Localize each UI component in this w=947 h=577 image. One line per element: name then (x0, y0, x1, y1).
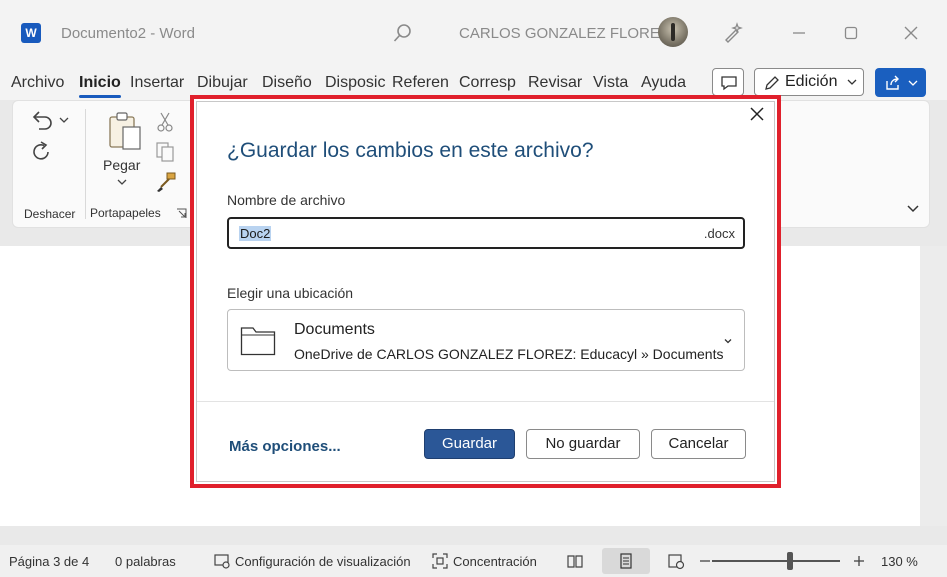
paste-dropdown-icon[interactable] (117, 177, 127, 187)
chevron-down-icon (847, 79, 857, 85)
location-name: Documents (294, 321, 375, 338)
copy-icon[interactable] (155, 141, 175, 163)
tab-dibujar[interactable]: Dibujar (197, 74, 248, 92)
close-window-button[interactable] (898, 20, 924, 46)
filename-extension: .docx (703, 226, 735, 241)
focus-icon (432, 553, 448, 569)
undo-dropdown-icon[interactable] (59, 115, 69, 125)
print-layout-icon (620, 553, 632, 569)
display-settings-button[interactable]: Configuración de visualización (235, 554, 411, 569)
zoom-slider-track[interactable] (712, 560, 840, 562)
web-layout-icon[interactable] (667, 552, 685, 570)
tab-referencias[interactable]: Referen (392, 74, 449, 92)
format-painter-icon[interactable] (155, 171, 177, 193)
avatar[interactable] (658, 17, 688, 47)
page-count[interactable]: Página 3 de 4 (9, 554, 89, 569)
share-icon (886, 75, 899, 90)
tab-diseno[interactable]: Diseño (262, 74, 312, 92)
editing-mode-button[interactable]: Edición (754, 68, 864, 96)
display-settings-icon (214, 554, 230, 569)
zoom-slider-thumb[interactable] (787, 552, 793, 570)
dialog-launcher-icon[interactable] (176, 208, 187, 219)
paste-clipboard-icon[interactable] (107, 111, 143, 153)
designer-wand-icon[interactable] (722, 22, 744, 44)
tab-vista[interactable]: Vista (593, 74, 628, 92)
tab-ayuda[interactable]: Ayuda (641, 74, 686, 92)
comment-icon (721, 76, 737, 91)
undo-icon[interactable] (29, 108, 55, 134)
dialog-divider (197, 401, 774, 402)
tab-inicio[interactable]: Inicio (79, 74, 121, 98)
clipboard-group-label: Portapapeles (90, 206, 161, 220)
filename-label: Nombre de archivo (227, 192, 346, 208)
cancel-button[interactable]: Cancelar (651, 429, 746, 459)
dialog-highlight-frame: ¿Guardar los cambios en este archivo? No… (190, 95, 781, 488)
more-options-link[interactable]: Más opciones... (229, 438, 341, 455)
tab-insertar[interactable]: Insertar (130, 74, 184, 92)
close-icon[interactable] (749, 106, 765, 122)
tab-revisar[interactable]: Revisar (528, 74, 582, 92)
filename-value[interactable]: Doc2 (239, 226, 272, 241)
word-logo-icon: W (21, 23, 41, 43)
editing-mode-label: Edición (785, 73, 838, 90)
undo-group-label: Deshacer (24, 207, 76, 221)
filename-input[interactable]: Doc2 .docx (227, 217, 745, 249)
read-mode-icon[interactable] (566, 552, 584, 570)
search-icon[interactable] (392, 22, 414, 44)
folder-icon (240, 327, 276, 356)
location-picker[interactable]: Documents OneDrive de CARLOS GONZALEZ FL… (227, 309, 745, 371)
status-bar: Página 3 de 4 0 palabras Configuración d… (0, 545, 947, 577)
comments-button[interactable] (712, 68, 744, 96)
location-label: Elegir una ubicación (227, 285, 354, 301)
user-name[interactable]: CARLOS GONZALEZ FLOREZ (459, 25, 669, 42)
redo-icon[interactable] (29, 139, 55, 165)
tab-disposicion[interactable]: Disposic (325, 74, 385, 92)
paste-button[interactable]: Pegar (103, 157, 140, 173)
group-divider (85, 109, 86, 219)
chevron-down-icon (908, 80, 918, 86)
pencil-icon (765, 76, 779, 90)
focus-button[interactable]: Concentración (453, 554, 537, 569)
maximize-button[interactable] (838, 20, 864, 46)
location-path: OneDrive de CARLOS GONZALEZ FLOREZ: Educ… (294, 346, 724, 362)
share-button[interactable] (875, 68, 926, 97)
zoom-in-icon[interactable] (850, 552, 868, 570)
title-bar: W Documento2 - Word CARLOS GONZALEZ FLOR… (0, 0, 947, 66)
ribbon-collapse-chevron-icon[interactable] (906, 203, 920, 215)
zoom-level[interactable]: 130 % (881, 554, 918, 569)
dialog-title: ¿Guardar los cambios en este archivo? (227, 139, 594, 162)
cut-scissors-icon[interactable] (155, 111, 175, 133)
tab-correspondencia[interactable]: Corresp (459, 74, 516, 92)
dont-save-button[interactable]: No guardar (526, 429, 640, 459)
tab-archivo[interactable]: Archivo (11, 74, 64, 92)
minimize-button[interactable] (786, 20, 812, 46)
vertical-scrollbar[interactable] (920, 246, 947, 526)
chevron-down-icon (724, 339, 732, 344)
word-count[interactable]: 0 palabras (115, 554, 176, 569)
save-changes-dialog: ¿Guardar los cambios en este archivo? No… (196, 101, 775, 482)
window-title: Documento2 - Word (61, 25, 195, 42)
save-button[interactable]: Guardar (424, 429, 515, 459)
